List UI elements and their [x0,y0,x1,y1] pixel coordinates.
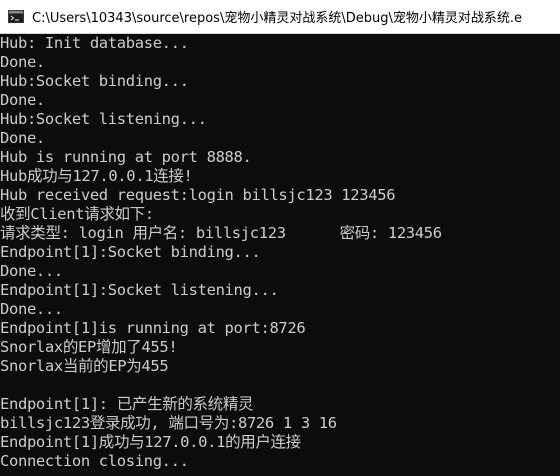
console-line: Done. [0,91,45,109]
console-line: Hub: Init database... [0,34,189,52]
console-app-icon [8,10,24,23]
console-line: Endpoint[1]:Socket binding... [0,243,261,261]
console-line: Hub:Socket listening... [0,110,207,128]
console-line: Done... [0,262,63,280]
window-title: C:\Users\10343\source\repos\宠物小精灵对战系统\De… [32,11,522,26]
console-line: Snorlax的EP增加了455! [0,338,178,356]
console-line: 请求类型: login 用户名: billsjc123 密码: 123456 [0,224,442,242]
console-line: Hub received request:login billsjc123 12… [0,186,396,204]
console-window: C:\Users\10343\source\repos\宠物小精灵对战系统\De… [0,0,560,476]
console-line: Hub is running at port 8888. [0,148,252,166]
console-line: Snorlax当前的EP为455 [0,357,169,375]
console-output[interactable]: Hub: Init database... Done. Hub:Socket b… [0,34,560,476]
console-line: Endpoint[1]: 已产生新的系统精灵 [0,395,254,413]
console-line: 收到Client请求如下: [0,205,154,223]
title-bar[interactable]: C:\Users\10343\source\repos\宠物小精灵对战系统\De… [0,0,560,34]
console-line: Done. [0,53,45,71]
console-line: Endpoint[1]成功与127.0.0.1的用户连接 [0,433,301,451]
console-line: Done... [0,300,63,318]
console-line: Hub成功与127.0.0.1连接! [0,167,193,185]
console-line: Hub:Socket binding... [0,72,189,90]
console-line: Done. [0,129,45,147]
console-line: billsjc123登录成功, 端口号为:8726 1 3 16 [0,414,337,432]
console-line: Endpoint[1]:Socket listening... [0,281,279,299]
console-line: Connection closing... [0,452,189,470]
console-line: Endpoint[1]is running at port:8726 [0,319,306,337]
